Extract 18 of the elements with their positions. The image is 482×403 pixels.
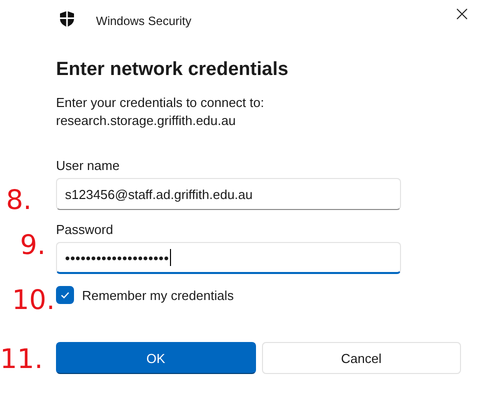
dialog-heading: Enter network credentials bbox=[56, 59, 290, 81]
input-field[interactable]: s123456@staff.ad.griffith.edu.au bbox=[56, 178, 401, 210]
description-text: Enter your credentials to connect to: bbox=[56, 94, 266, 112]
input-field[interactable]: •••••••••••••••••••• bbox=[56, 242, 401, 274]
cancel-button[interactable]: Cancel bbox=[262, 342, 461, 374]
checkbox[interactable] bbox=[56, 286, 74, 304]
description-text: research.storage.griffith.edu.au bbox=[56, 112, 237, 130]
annotation-number: 10. bbox=[12, 287, 55, 314]
ok-button[interactable]: OK bbox=[56, 342, 256, 374]
shield-icon bbox=[60, 11, 74, 27]
window-title: Windows Security bbox=[96, 14, 192, 28]
checkbox-label: Remember my credentials bbox=[82, 288, 234, 302]
annotation-number: 9. bbox=[20, 232, 46, 259]
annotation-number: 8. bbox=[6, 187, 32, 214]
field-label: Password bbox=[56, 222, 114, 238]
field-label: User name bbox=[56, 158, 121, 174]
annotation-number: 11. bbox=[0, 346, 43, 373]
close-icon[interactable] bbox=[456, 8, 468, 20]
